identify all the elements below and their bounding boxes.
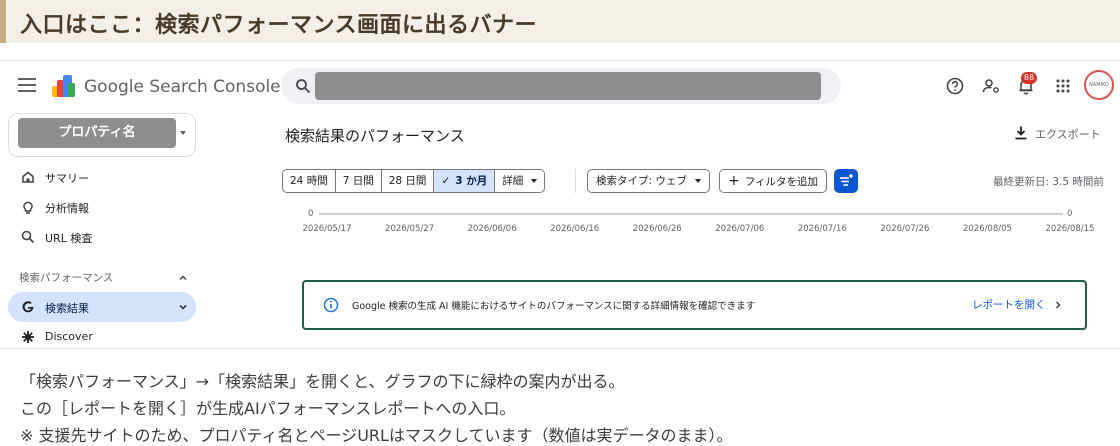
download-icon bbox=[1015, 126, 1027, 140]
search-input-masked[interactable] bbox=[315, 72, 821, 100]
range-custom-label: 詳細 bbox=[502, 175, 524, 187]
caret-down-icon bbox=[694, 179, 701, 183]
sidebar-item-label: Discover bbox=[45, 330, 93, 343]
chevron-right-icon[interactable] bbox=[1053, 300, 1063, 310]
asterisk-icon bbox=[22, 331, 34, 343]
sidebar-section-performance[interactable]: 検索パフォーマンス bbox=[19, 270, 191, 286]
search-icon bbox=[296, 79, 311, 94]
sidebar-item-label: URL 検査 bbox=[45, 232, 93, 245]
google-g-icon bbox=[22, 301, 34, 313]
x-tick-label: 2026/05/17 bbox=[302, 224, 352, 234]
banner-title: 入口はここ：検索パフォーマンス画面に出るバナー bbox=[20, 13, 538, 38]
generative-ai-report-notice: Google 検索の生成 AI 機能におけるサイトのパフォーマンスに関する詳細情… bbox=[302, 280, 1087, 330]
chevron-down-icon bbox=[179, 304, 187, 310]
x-tick-label: 2026/07/06 bbox=[715, 224, 765, 234]
page-title: 検索結果のパフォーマンス bbox=[285, 127, 465, 145]
range-custom-button[interactable]: 詳細 bbox=[495, 170, 544, 192]
chevron-up-icon bbox=[179, 275, 187, 281]
x-tick-label: 2026/07/26 bbox=[880, 224, 930, 234]
filter-list-icon bbox=[840, 174, 853, 186]
apps-grid-icon[interactable] bbox=[1053, 76, 1073, 96]
x-tick-label: 2026/06/06 bbox=[467, 224, 517, 234]
add-filter-button[interactable]: + フィルタを追加 bbox=[719, 169, 828, 193]
caption-line-3: ※ 支援先サイトのため、プロパティ名とページURLはマスクしています（数値は実デ… bbox=[20, 426, 733, 445]
filter-settings-button[interactable] bbox=[834, 169, 858, 193]
sidebar-item-search-results[interactable]: 検索結果 bbox=[8, 292, 196, 322]
notice-text: Google 検索の生成 AI 機能におけるサイトのパフォーマンスに関する詳細情… bbox=[352, 301, 756, 312]
sidebar-section-label: 検索パフォーマンス bbox=[19, 272, 114, 284]
lightbulb-icon bbox=[23, 201, 33, 214]
range-28d-button[interactable]: 28 日間 bbox=[382, 170, 435, 192]
info-icon bbox=[323, 297, 339, 313]
menu-icon[interactable] bbox=[18, 78, 36, 92]
range-3m-label: 3 か月 bbox=[455, 175, 488, 187]
search-type-filter-chip[interactable]: 検索タイプ: ウェブ bbox=[587, 169, 710, 193]
x-tick-label: 2026/07/16 bbox=[797, 224, 847, 234]
notification-count-badge: 88 bbox=[1021, 72, 1037, 84]
plus-icon: + bbox=[728, 173, 740, 189]
range-3m-button[interactable]: ✓ 3 か月 bbox=[434, 170, 496, 192]
toolbar-divider bbox=[575, 169, 576, 193]
add-filter-label: フィルタを追加 bbox=[744, 176, 819, 188]
sidebar-item-discover[interactable]: Discover bbox=[8, 322, 196, 348]
x-tick-label: 2026/08/05 bbox=[962, 224, 1012, 234]
search-bar[interactable] bbox=[281, 68, 841, 104]
check-icon: ✓ bbox=[441, 175, 451, 187]
sidebar-item-label: 分析情報 bbox=[45, 202, 89, 215]
range-7d-button[interactable]: 7 日間 bbox=[336, 170, 382, 192]
banner-accent-bar bbox=[0, 0, 6, 43]
last-updated-text: 最終更新日: 3.5 時間前 bbox=[993, 176, 1104, 188]
search-console-logo-icon bbox=[52, 75, 75, 97]
export-label: エクスポート bbox=[1035, 128, 1101, 141]
property-selector[interactable]: プロパティ名 bbox=[8, 113, 196, 157]
x-tick-label: 2026/06/16 bbox=[550, 224, 600, 234]
x-tick-label: 2026/05/27 bbox=[385, 224, 435, 234]
x-tick-label: 2026/06/26 bbox=[632, 224, 682, 234]
app-title: Google Search Console bbox=[84, 77, 281, 97]
sidebar-item-url-inspection[interactable]: URL 検査 bbox=[8, 222, 196, 252]
y-axis-right-label: 0 bbox=[1067, 209, 1073, 219]
sidebar-item-insights[interactable]: 分析情報 bbox=[8, 192, 196, 222]
caret-down-icon bbox=[531, 179, 538, 183]
caption-line-1: 「検索パフォーマンス」→「検索結果」を開くと、グラフの下に緑枠の案内が出る。 bbox=[20, 372, 625, 391]
home-icon bbox=[22, 171, 34, 183]
caption-line-2: この［レポートを開く］が生成AIパフォーマンスレポートへの入口。 bbox=[20, 399, 516, 418]
search-icon bbox=[21, 230, 35, 244]
property-name-masked: プロパティ名 bbox=[18, 118, 176, 148]
open-report-link[interactable]: レポートを開く bbox=[972, 297, 1046, 312]
user-settings-icon[interactable] bbox=[981, 76, 1001, 96]
help-icon[interactable] bbox=[945, 76, 965, 96]
search-type-label: 検索タイプ: ウェブ bbox=[596, 175, 687, 187]
header-banner: 入口はここ：検索パフォーマンス画面に出るバナー bbox=[0, 0, 1120, 43]
performance-chart: 0 0 2026/05/17 2026/05/27 2026/06/06 2026/0… bbox=[282, 204, 1106, 244]
search-console-window: Google Search Console 88 NAMIKO プロパティ名 サ… bbox=[0, 60, 1120, 349]
sidebar-item-label: 検索結果 bbox=[45, 302, 89, 315]
x-tick-label: 2026/08/15 bbox=[1045, 224, 1095, 234]
account-avatar[interactable]: NAMIKO bbox=[1084, 70, 1114, 100]
range-24h-button[interactable]: 24 時間 bbox=[283, 170, 336, 192]
date-range-segmented-control: 24 時間 7 日間 28 日間 ✓ 3 か月 詳細 bbox=[282, 169, 546, 193]
sidebar-item-label: サマリー bbox=[45, 172, 89, 185]
chevron-down-icon bbox=[180, 131, 186, 135]
sidebar-item-summary[interactable]: サマリー bbox=[8, 162, 196, 192]
